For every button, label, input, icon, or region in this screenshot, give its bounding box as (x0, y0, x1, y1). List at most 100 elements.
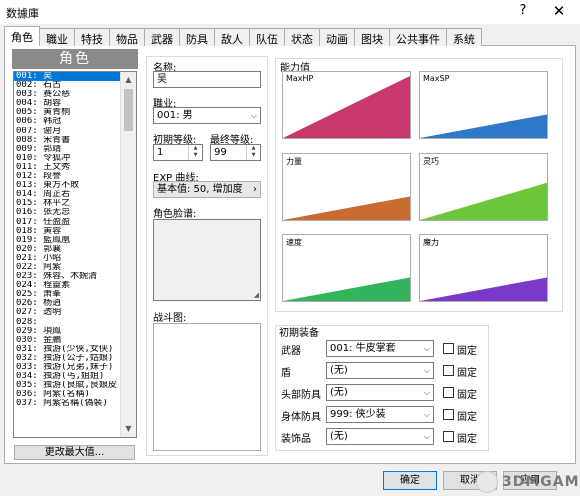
close-button[interactable]: ✕ (551, 2, 567, 20)
actor-list-item[interactable]: 006: 韩冠 (14, 117, 122, 126)
actor-list-item[interactable]: 020: 郭襄 (14, 245, 122, 254)
fixed-checkbox-label: 固定 (457, 390, 477, 401)
actor-list-item[interactable]: 023: 殊蓉、木婉清 (14, 272, 122, 281)
actor-list-item[interactable]: 014: 周芷若 (14, 190, 122, 199)
exp-curve-button[interactable]: 基本值: 50, 增加度 › (153, 181, 261, 198)
battler-graphic-box[interactable] (153, 323, 261, 451)
tab-actors[interactable]: 角色 (4, 26, 40, 46)
actor-list-item[interactable]: 011: 王文秀 (14, 163, 122, 172)
capacity-chart-intelligence[interactable]: 魔力 (419, 234, 548, 302)
actor-list-item[interactable]: 031: 独游(少侠,女侠) (14, 345, 122, 354)
capacity-curve-intelligence (420, 277, 547, 301)
class-select[interactable]: 001: 男 ⌵ (153, 107, 261, 124)
actor-list-item[interactable]: 001: 吴 (14, 72, 122, 82)
actor-list-item[interactable]: 016: 张无忌 (14, 208, 122, 217)
capacity-chart-agility[interactable]: 速度 (282, 234, 411, 302)
actor-list-item[interactable]: 019: 藍鳳凰 (14, 236, 122, 245)
chevron-down-icon: ⌵ (423, 410, 430, 419)
fixed-checkbox-accessory[interactable] (443, 431, 454, 442)
equip-select-body-armor[interactable]: 999: 侠少装 ⌵ (326, 406, 434, 423)
equip-select-accessory[interactable]: (无) ⌵ (326, 428, 434, 445)
tab-enemies[interactable]: 敌人 (214, 28, 250, 46)
actor-list-item[interactable]: 026: 杨逍 (14, 299, 122, 308)
actor-list-item[interactable]: 018: 黄蓉 (14, 227, 122, 236)
equip-select-weapon[interactable]: 001: 牛皮掌套 ⌵ (326, 340, 434, 357)
capacity-curve-maxsp (420, 114, 547, 138)
fixed-checkbox-weapon[interactable] (443, 343, 454, 354)
tab-armors[interactable]: 防具 (179, 28, 215, 46)
actor-list-item[interactable]: 008: 宋青書 (14, 136, 122, 145)
chevron-down-icon: ⌵ (423, 388, 430, 397)
ok-button[interactable]: 确定 (383, 471, 437, 490)
actor-list-item[interactable]: 028: (14, 318, 122, 327)
actor-list-item[interactable]: 015: 林平之 (14, 199, 122, 208)
equip-select-value: 001: 牛皮掌套 (330, 343, 396, 354)
final-level-stepper[interactable]: 99 ▲ ▼ (210, 144, 261, 161)
actor-list-item[interactable]: 034: 独游(丐,姐姐) (14, 372, 122, 381)
fixed-checkbox-body-armor[interactable] (443, 409, 454, 420)
actor-list-item[interactable]: 013: 東方不敗 (14, 181, 122, 190)
change-maximum-button[interactable]: 更改最大值... (14, 445, 135, 460)
actor-list-item[interactable]: 003: 赛公慈 (14, 90, 122, 99)
capacity-chart-maxhp[interactable]: MaxHP (282, 71, 411, 139)
tab-classes[interactable]: 職业 (39, 28, 75, 46)
actor-list-header: 角色 (12, 49, 138, 69)
fixed-checkbox-shield[interactable] (443, 365, 454, 376)
equip-select-helmet[interactable]: (无) ⌵ (326, 384, 434, 401)
actor-list-item[interactable]: 010: 令狐冲 (14, 154, 122, 163)
scroll-up-icon[interactable]: ▲ (121, 72, 136, 88)
tab-system[interactable]: 系统 (446, 28, 482, 46)
help-button[interactable]: ? (515, 3, 531, 18)
tab-states[interactable]: 状态 (284, 28, 320, 46)
tab-tilesets[interactable]: 图块 (354, 28, 390, 46)
actor-list-item[interactable]: 037: 阿紫名稱(偽裝) (14, 399, 122, 408)
actor-list-item[interactable]: 021: 小昭 (14, 254, 122, 263)
actor-list-item[interactable]: 004: 胡蓉 (14, 99, 122, 108)
scroll-down-icon[interactable]: ▼ (121, 421, 136, 437)
actor-list-item[interactable]: 025: 萧峯 (14, 290, 122, 299)
actor-list-item[interactable]: 009: 郭靖 (14, 145, 122, 154)
name-input[interactable]: 吴 (153, 71, 261, 88)
tab-items[interactable]: 物品 (109, 28, 145, 46)
equip-select-value: (无) (330, 365, 348, 376)
actor-list-item[interactable]: 030: 金鵬 (14, 336, 122, 345)
capacity-chart-maxsp[interactable]: MaxSP (419, 71, 548, 139)
capacity-chart-label: 灵巧 (423, 157, 439, 166)
actor-list-item[interactable]: 024: 程靈素 (14, 281, 122, 290)
chevron-right-icon: › (253, 184, 257, 195)
capacity-chart-dexterity[interactable]: 灵巧 (419, 153, 548, 221)
scroll-thumb[interactable] (124, 89, 133, 131)
actor-list-item[interactable]: 017: 任盈盈 (14, 218, 122, 227)
chevron-down-icon: ⌵ (250, 111, 257, 120)
capacity-chart-strength[interactable]: 力量 (282, 153, 411, 221)
actor-list-item[interactable]: 022: 阿紫 (14, 263, 122, 272)
tab-weapons[interactable]: 武器 (144, 28, 180, 46)
actor-list-item[interactable]: 029: 項鳳 (14, 327, 122, 336)
tab-troops[interactable]: 队伍 (249, 28, 285, 46)
actor-list-item[interactable]: 002: 石古 (14, 81, 122, 90)
equip-label-shield: 盾 (281, 368, 291, 379)
capacity-chart-label: 魔力 (423, 238, 439, 247)
equip-label-weapon: 武器 (281, 346, 301, 357)
actor-list-scrollbar[interactable]: ▲ ▼ (120, 72, 136, 437)
actor-list-item[interactable]: 007: 谢月 (14, 127, 122, 136)
face-graphic-box[interactable]: ◢ (153, 219, 261, 301)
capacity-curve-dexterity (420, 182, 547, 220)
tab-animations[interactable]: 动画 (319, 28, 355, 46)
stepper-arrows-icon[interactable]: ▲ ▼ (188, 145, 202, 160)
equipment-title: 初期装备 (279, 328, 319, 339)
actor-list-item[interactable]: 033: 独游(兄弟,妹子) (14, 363, 122, 372)
actor-list-item[interactable]: 027: 透明 (14, 308, 122, 317)
tab-common-events[interactable]: 公共事件 (389, 28, 447, 46)
stepper-arrows-icon[interactable]: ▲ ▼ (246, 145, 260, 160)
tab-skills[interactable]: 特技 (74, 28, 110, 46)
equip-select-shield[interactable]: (无) ⌵ (326, 362, 434, 379)
actor-list-item[interactable]: 035: 独游(良賦,良娘皮 (14, 381, 122, 390)
actor-listbox[interactable]: 001: 吴 002: 石古 003: 赛公慈 004: 胡蓉 005: 黄青桐 006:… (13, 71, 137, 438)
actor-list-item[interactable]: 032: 独游(公子,姑娘) (14, 354, 122, 363)
fixed-checkbox-helmet[interactable] (443, 387, 454, 398)
actor-list-item[interactable]: 036: 阿紫(名稱) (14, 390, 122, 399)
actor-list-item[interactable]: 005: 黄青桐 (14, 108, 122, 117)
actor-list-item[interactable]: 012: 段譽 (14, 172, 122, 181)
initial-level-stepper[interactable]: 1 ▲ ▼ (153, 144, 203, 161)
